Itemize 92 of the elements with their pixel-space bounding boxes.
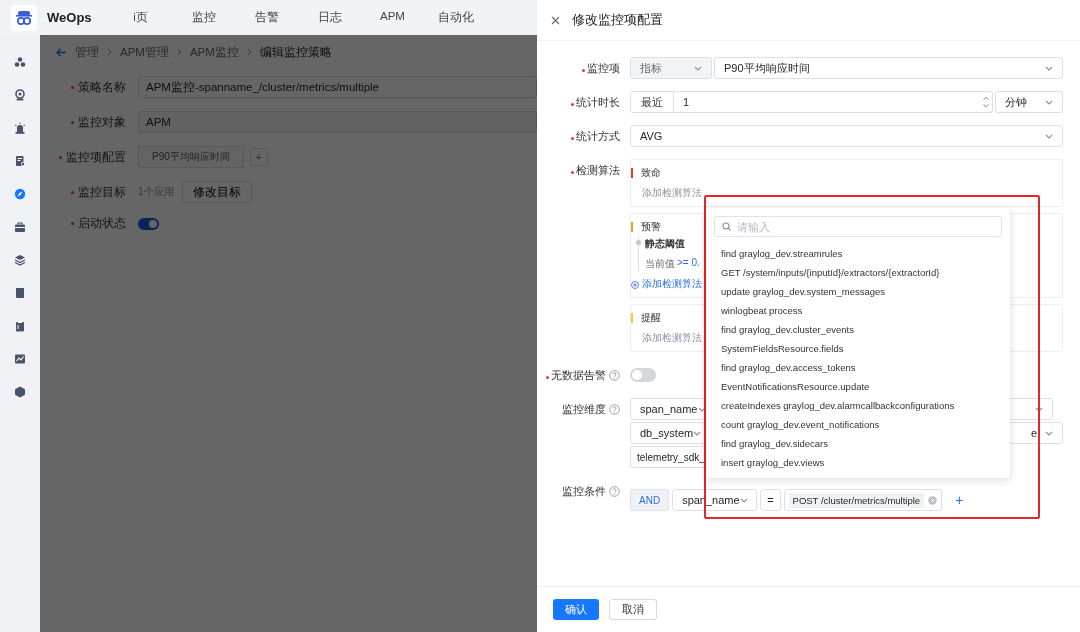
level-name: 提醒: [641, 311, 661, 325]
dimension-select[interactable]: span_name: [630, 398, 705, 420]
number-field[interactable]: 1: [674, 91, 993, 113]
value-field[interactable]: POST /cluster/metrics/multiple: [783, 489, 943, 511]
compass-icon[interactable]: [14, 188, 26, 200]
drawer-title: 修改监控项配置: [572, 11, 663, 29]
logic-button[interactable]: AND: [630, 489, 670, 511]
search-field[interactable]: 请输入: [714, 216, 1002, 237]
chevron-down-icon: [693, 430, 702, 436]
confirm-button[interactable]: 确认: [553, 599, 599, 620]
select-value: e: [1030, 427, 1037, 439]
field-label: 启动状态: [56, 216, 126, 231]
stepper-icon[interactable]: [982, 95, 990, 109]
dropdown-option[interactable]: find graylog_dev.sidecars: [714, 434, 1002, 453]
robot-icon: [15, 8, 33, 27]
help-icon: [609, 369, 620, 381]
app-name: WeOps: [47, 10, 93, 25]
chevron-down-icon: [1045, 133, 1053, 139]
field-label: 监控条件: [562, 483, 606, 499]
dimension-select[interactable]: db_system: [630, 422, 705, 444]
field-label: 监控维度: [562, 401, 606, 417]
level-name: 预警: [641, 220, 661, 234]
dropdown-option[interactable]: GET /system/inputs/{inputId}/extractors/{extractorId}: [714, 263, 1002, 282]
breadcrumb-current: 编辑监控策略: [259, 44, 332, 60]
nav-item[interactable]: 自动化: [424, 10, 487, 25]
dropdown-option[interactable]: createIndexes graylog_dev.alarmcallbackconfigurations: [714, 396, 1002, 415]
report-icon[interactable]: [14, 155, 26, 167]
field-label: 策略名称: [56, 79, 126, 95]
edit-target-button[interactable]: 修改目标: [181, 181, 252, 203]
alarm-icon[interactable]: [14, 122, 26, 134]
dropdown-option[interactable]: find graylog_dev.access_tokens: [714, 358, 1002, 377]
nav-item[interactable]: i页: [109, 10, 172, 25]
plus-circle-icon: [631, 280, 639, 289]
clipboard-icon[interactable]: [14, 320, 26, 332]
search-icon: [722, 222, 731, 231]
unit-select[interactable]: 分钟: [995, 91, 1063, 113]
field-label: 无数据告警: [546, 367, 606, 383]
layers-icon[interactable]: [14, 254, 26, 266]
chevron-down-icon: [1045, 430, 1053, 436]
cancel-button[interactable]: 取消: [609, 599, 657, 620]
dropdown-option[interactable]: EventNotificationsResource.update: [714, 377, 1002, 396]
chevron-right-icon: [176, 48, 182, 56]
level-name: 致命: [641, 166, 661, 180]
chevron-down-icon: [1045, 65, 1053, 71]
type-select[interactable]: 指标: [630, 57, 712, 79]
nav-item[interactable]: 告警: [235, 10, 298, 25]
chevron-right-icon: [107, 48, 112, 56]
chevron-down-icon: [694, 65, 702, 71]
field-label: 监控对象: [56, 114, 126, 130]
chevron-down-icon: [739, 497, 748, 503]
period-prefix: 最近: [630, 91, 674, 113]
cluster-icon[interactable]: [14, 56, 26, 68]
metric-select[interactable]: P90平均响应时间: [714, 57, 1063, 79]
dropdown-option[interactable]: find graylog_dev.streamrules: [714, 244, 1002, 263]
app-logo[interactable]: [11, 4, 37, 31]
rule-condition: >= 0.: [677, 257, 700, 270]
nav-item[interactable]: 监控: [172, 10, 235, 25]
nav-item[interactable]: APM: [361, 10, 424, 25]
dropdown-option[interactable]: SystemFieldsResource.fields: [714, 339, 1002, 358]
dropdown-option[interactable]: update graylog_dev.system_messages: [714, 282, 1002, 301]
rule-label: 当前值: [645, 257, 675, 271]
chart-icon[interactable]: [14, 353, 26, 365]
field-label: 监控项: [582, 60, 620, 76]
help-icon: [609, 485, 620, 497]
book-icon[interactable]: [14, 287, 26, 299]
field-label: 监控项配置: [56, 149, 126, 165]
nav-item[interactable]: 日志: [298, 10, 361, 25]
field-label: 监控目标: [56, 184, 126, 200]
chevron-down-icon: [1045, 99, 1053, 105]
add-condition-button[interactable]: +: [955, 492, 964, 508]
toggle-switch[interactable]: [138, 217, 159, 230]
method-select[interactable]: AVG: [630, 125, 1063, 147]
briefcase-icon[interactable]: [14, 221, 26, 233]
dropdown-option[interactable]: winlogbeat process: [714, 301, 1002, 320]
hexagon-icon[interactable]: [14, 386, 26, 398]
field-label: 统计时长: [571, 94, 620, 110]
dropdown-option[interactable]: insert graylog_dev.views: [714, 453, 1002, 472]
toggle-switch[interactable]: [630, 368, 656, 382]
chevron-right-icon: [246, 48, 252, 56]
field-label: 统计方式: [571, 128, 620, 144]
rule-name: 静态阈值: [645, 237, 685, 251]
help-icon: [609, 403, 620, 415]
dropdown-option[interactable]: find graylog_dev.cluster_events: [714, 320, 1002, 339]
add-algorithm-link[interactable]: 添加检测算法: [631, 278, 702, 291]
webcam-icon[interactable]: [14, 89, 26, 101]
chevron-down-icon: [697, 406, 706, 412]
chevron-down-icon: [1035, 406, 1043, 412]
value-tag: POST /cluster/metrics/multiple: [788, 492, 925, 508]
field-label: 检测算法: [571, 162, 620, 178]
operator-field: =: [760, 489, 781, 511]
dropdown-option[interactable]: count graylog_dev.event_notifications: [714, 415, 1002, 434]
close-icon[interactable]: [551, 15, 560, 25]
